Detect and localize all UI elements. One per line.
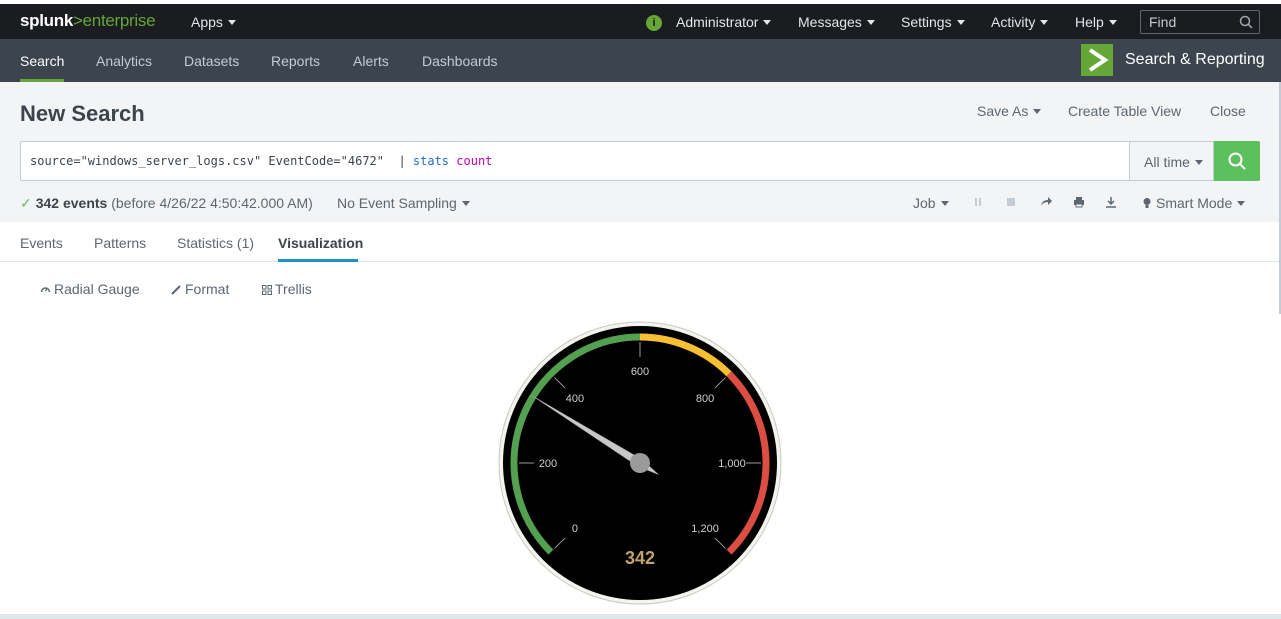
search-button[interactable] [1214, 141, 1260, 181]
activity-label: Activity [991, 14, 1036, 30]
query-base: source="windows_server_logs.csv" EventCo… [30, 154, 413, 168]
time-range-picker[interactable]: All time [1129, 141, 1214, 181]
print-icon[interactable] [1073, 196, 1085, 208]
tab-visualization[interactable]: Visualization [278, 235, 363, 251]
pencil-icon [171, 285, 181, 295]
chevron-down-icon [1033, 109, 1042, 114]
nav-search[interactable]: Search [20, 53, 64, 69]
gauge-tick-label: 0 [572, 523, 578, 535]
time-range-label: All time [1144, 154, 1190, 170]
tab-patterns[interactable]: Patterns [94, 235, 146, 251]
viz-type-button[interactable]: Radial Gauge [40, 281, 140, 297]
gauge-tick-label: 400 [566, 393, 584, 405]
trellis-label: Trellis [275, 281, 312, 297]
help-label: Help [1075, 14, 1104, 30]
help-menu[interactable]: Help [1075, 14, 1117, 30]
app-logo-icon[interactable] [1081, 44, 1113, 76]
messages-menu[interactable]: Messages [798, 14, 875, 30]
chevron-down-icon [1040, 20, 1049, 25]
logo-suffix: enterprise [82, 11, 156, 30]
gauge-tick-label: 800 [696, 393, 714, 405]
chevron-down-icon [461, 201, 470, 206]
search-mode-label: Smart Mode [1156, 195, 1233, 211]
save-as-label: Save As [977, 103, 1029, 119]
settings-menu[interactable]: Settings [901, 14, 965, 30]
nav-datasets[interactable]: Datasets [184, 53, 239, 69]
results-tabs: Events Patterns Statistics (1) Visualiza… [0, 222, 1281, 262]
nav-reports[interactable]: Reports [271, 53, 320, 69]
chevron-down-icon [227, 20, 236, 25]
chevron-down-icon [1237, 201, 1246, 206]
info-icon[interactable]: i [646, 15, 662, 31]
chevron-down-icon [866, 20, 875, 25]
app-bar: Search Analytics Datasets Reports Alerts… [0, 39, 1281, 82]
gauge-tick-label: 1,200 [691, 523, 719, 535]
gauge-icon [40, 287, 51, 293]
apps-label: Apps [191, 14, 223, 30]
format-label: Format [185, 281, 230, 297]
settings-label: Settings [901, 14, 952, 30]
gauge-needle-hub [630, 453, 650, 473]
trellis-button[interactable]: Trellis [262, 281, 312, 297]
share-icon[interactable] [1040, 196, 1052, 208]
sampling-label: No Event Sampling [337, 195, 457, 211]
status-time: (before 4/26/22 4:50:42.000 AM) [111, 195, 313, 211]
tab-statistics[interactable]: Statistics (1) [177, 235, 254, 251]
search-query[interactable]: source="windows_server_logs.csv" EventCo… [30, 154, 492, 168]
gauge-value: 342 [625, 548, 655, 568]
format-button[interactable]: Format [171, 281, 229, 297]
find-input[interactable] [1141, 11, 1241, 33]
administrator-label: Administrator [676, 14, 759, 30]
create-table-view-button[interactable]: Create Table View [1068, 103, 1181, 119]
chevron-down-icon [1108, 20, 1117, 25]
splunk-logo[interactable]: splunk>enterprise [20, 11, 156, 31]
query-function: count [456, 154, 493, 168]
search-status: ✓ 342 events (before 4/26/22 4:50:42.000 … [20, 195, 313, 212]
nav-dashboards[interactable]: Dashboards [422, 53, 498, 69]
export-icon[interactable] [1105, 196, 1117, 208]
messages-label: Messages [798, 14, 862, 30]
search-input[interactable]: source="windows_server_logs.csv" EventCo… [20, 141, 1130, 181]
grid-icon [262, 285, 272, 295]
logo-separator: > [73, 11, 83, 30]
event-count: 342 events [35, 195, 108, 211]
search-mode-menu[interactable]: Smart Mode [1142, 195, 1246, 211]
gauge-tick-label: 1,000 [718, 458, 746, 470]
event-sampling-menu[interactable]: No Event Sampling [337, 195, 470, 211]
logo-prefix: splunk [20, 11, 73, 30]
check-icon: ✓ [20, 195, 32, 211]
page-footer-bar [0, 614, 1281, 619]
chevron-down-icon [940, 201, 949, 206]
radial-gauge: 0 200 400 600 800 1,000 1,200 342 [498, 321, 782, 605]
lightbulb-icon [1143, 198, 1151, 208]
tab-events[interactable]: Events [20, 235, 63, 251]
close-button[interactable]: Close [1210, 103, 1246, 119]
search-header: New Search Save As Create Table View Clo… [0, 82, 1281, 222]
chevron-down-icon [763, 20, 772, 25]
gauge-tick-label: 200 [539, 458, 557, 470]
chevron-down-icon [1194, 160, 1203, 165]
page-title: New Search [20, 101, 145, 126]
app-title[interactable]: Search & Reporting [1125, 51, 1265, 69]
pause-icon[interactable] [972, 196, 984, 208]
query-command: stats [412, 154, 450, 168]
search-icon[interactable] [1239, 15, 1253, 29]
chevron-down-icon [956, 20, 965, 25]
apps-menu[interactable]: Apps [191, 14, 236, 30]
find-box [1140, 10, 1260, 34]
search-icon [1228, 152, 1246, 170]
job-menu[interactable]: Job [913, 195, 949, 211]
viz-type-label: Radial Gauge [54, 281, 140, 297]
stop-icon[interactable] [1005, 196, 1017, 208]
administrator-menu[interactable]: Administrator [676, 14, 772, 30]
job-label: Job [913, 195, 936, 211]
gauge-tick-label: 600 [631, 366, 649, 378]
nav-alerts[interactable]: Alerts [353, 53, 389, 69]
nav-analytics[interactable]: Analytics [96, 53, 152, 69]
activity-menu[interactable]: Activity [991, 14, 1049, 30]
tab-active-indicator [278, 259, 358, 262]
save-as-button[interactable]: Save As [977, 103, 1042, 119]
top-bar: splunk>enterprise Apps i Administrator M… [0, 4, 1281, 39]
